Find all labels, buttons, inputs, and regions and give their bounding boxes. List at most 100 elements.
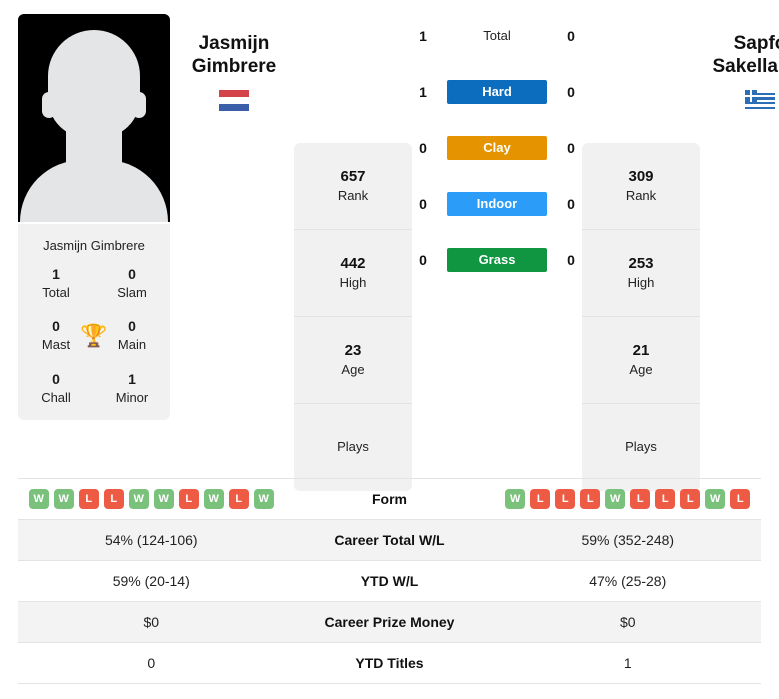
form-loss-badge: L: [630, 489, 651, 509]
left-career-total-wl: 54% (124-106): [104, 532, 198, 548]
right-career-prize-money: $0: [619, 614, 636, 630]
left-player-photo: [18, 14, 170, 222]
h2h-hard-left: 1: [419, 84, 427, 100]
left-plays-label: Plays: [337, 439, 369, 455]
h2h-indoor-badge[interactable]: Indoor: [447, 192, 547, 216]
left-form-strip: WWLLWWLWLW: [28, 489, 274, 509]
h2h-grass-right: 0: [567, 252, 575, 268]
form-win-badge: W: [253, 489, 274, 509]
left-rank-label: Rank: [337, 188, 369, 204]
avatar-head-icon: [48, 30, 140, 138]
left-age-row: 23 Age: [294, 317, 412, 404]
table-row-career-prize-money: $0 Career Prize Money $0: [18, 602, 761, 643]
left-high-row: 442 High: [294, 230, 412, 317]
left-titles-grid: 🏆 1 Total 0 Slam 0 Mast 0 Main 0 Chall 1…: [18, 265, 170, 406]
h2h-clay-left: 0: [419, 140, 427, 156]
left-player-titles-card: Jasmijn Gimbrere 🏆 1 Total 0 Slam 0 Mast: [18, 224, 170, 421]
form-win-badge: W: [705, 489, 726, 509]
left-player-card-name: Jasmijn Gimbrere: [43, 238, 145, 253]
comparison-stats-table: WWLLWWLWLW Form WLLLWLLLWL 54% (124-106)…: [18, 478, 761, 684]
h2h-grass-left: 0: [419, 252, 427, 268]
form-win-badge: W: [128, 489, 149, 509]
left-player-column: Jasmijn Gimbrere 🏆 1 Total 0 Slam 0 Mast: [18, 14, 170, 421]
h2h-row-total: 1 Total 0: [412, 22, 582, 50]
row-label-career-total-wl: Career Total W/L: [334, 532, 445, 548]
left-titles-slam-value: 0: [128, 266, 136, 282]
right-form-strip: WLLLWLLLWL: [505, 489, 751, 509]
row-label-form: Form: [372, 491, 407, 507]
left-player-heading: Jasmijn Gimbrere: [174, 14, 294, 491]
left-titles-minor: 1 Minor: [94, 370, 170, 406]
right-age-label: Age: [629, 362, 653, 378]
h2h-total-right: 0: [567, 28, 575, 44]
form-loss-badge: L: [178, 489, 199, 509]
left-titles-slam-label: Slam: [117, 284, 147, 300]
comparison-header: Jasmijn Gimbrere 🏆 1 Total 0 Slam 0 Mast: [0, 0, 779, 491]
right-rank-label: Rank: [625, 188, 657, 204]
right-high-value: 253: [628, 255, 654, 273]
right-form-cell: WLLLWLLLWL: [495, 489, 762, 509]
head-to-head-panel: 1 Total 0 1 Hard 0 0 Clay 0 0 Indoor 0 0…: [412, 14, 582, 491]
h2h-hard-badge[interactable]: Hard: [447, 80, 547, 104]
h2h-clay-badge[interactable]: Clay: [447, 136, 547, 160]
form-win-badge: W: [605, 489, 626, 509]
form-win-badge: W: [153, 489, 174, 509]
left-titles-total-label: Total: [42, 284, 70, 300]
right-player-last-name: Sakellaridi: [712, 56, 779, 78]
right-plays-label: Plays: [625, 439, 657, 455]
left-titles-chall-value: 0: [52, 370, 60, 387]
h2h-indoor-left: 0: [419, 196, 427, 212]
left-ytd-wl: 59% (20-14): [112, 573, 190, 589]
h2h-hard-right: 0: [567, 84, 575, 100]
right-career-total-wl: 59% (352-248): [581, 532, 675, 548]
h2h-clay-right: 0: [567, 140, 575, 156]
form-loss-badge: L: [680, 489, 701, 509]
left-titles-minor-label: Minor: [115, 389, 149, 405]
left-titles-total-value: 1: [52, 266, 60, 282]
player-comparison-page: Jasmijn Gimbrere 🏆 1 Total 0 Slam 0 Mast: [0, 0, 779, 699]
form-win-badge: W: [28, 489, 49, 509]
right-age-value: 21: [632, 342, 650, 360]
form-win-badge: W: [203, 489, 224, 509]
left-rank-value: 657: [340, 168, 366, 186]
avatar-ear-left-icon: [42, 92, 56, 118]
avatar-body-icon: [20, 160, 168, 222]
form-loss-badge: L: [78, 489, 99, 509]
left-titles-chall: 0 Chall: [18, 370, 94, 406]
form-loss-badge: L: [730, 489, 751, 509]
greece-flag: [745, 90, 775, 112]
left-titles-slam: 0 Slam: [94, 265, 170, 301]
h2h-total-left: 1: [419, 28, 427, 44]
left-player-last-name: Gimbrere: [191, 56, 277, 78]
h2h-row-grass: 0 Grass 0: [412, 246, 582, 274]
right-age-row: 21 Age: [582, 317, 700, 404]
right-high-row: 253 High: [582, 230, 700, 317]
left-form-cell: WWLLWWLWLW: [18, 489, 285, 509]
right-rank-value: 309: [628, 168, 654, 186]
h2h-row-hard: 1 Hard 0: [412, 78, 582, 106]
right-player-ranking-card: 309 Rank 253 High 21 Age Plays: [582, 143, 700, 491]
form-loss-badge: L: [555, 489, 576, 509]
left-player-ranking-card: 657 Rank 442 High 23 Age Plays: [294, 143, 412, 491]
form-loss-badge: L: [103, 489, 124, 509]
row-label-ytd-titles: YTD Titles: [355, 655, 424, 671]
table-row-form: WWLLWWLWLW Form WLLLWLLLWL: [18, 479, 761, 520]
left-high-label: High: [339, 275, 367, 291]
left-career-prize-money: $0: [143, 614, 160, 630]
right-player-heading: Sapfo Sakellaridi: [700, 14, 779, 491]
h2h-indoor-right: 0: [567, 196, 575, 212]
left-player-first-name: Jasmijn: [198, 33, 270, 54]
h2h-row-indoor: 0 Indoor 0: [412, 190, 582, 218]
h2h-total-label: Total: [483, 28, 511, 43]
form-loss-badge: L: [228, 489, 249, 509]
h2h-grass-badge[interactable]: Grass: [447, 248, 547, 272]
form-win-badge: W: [53, 489, 74, 509]
table-row-ytd-titles: 0 YTD Titles 1: [18, 643, 761, 684]
right-player-first-name: Sapfo: [733, 33, 779, 54]
form-loss-badge: L: [580, 489, 601, 509]
right-rank-row: 309 Rank: [582, 143, 700, 230]
center-comparison: Jasmijn Gimbrere 657 Rank 442 High 23 Ag…: [170, 14, 779, 491]
left-ytd-titles: 0: [147, 655, 156, 671]
row-label-ytd-wl: YTD W/L: [360, 573, 419, 589]
trophy-icon: 🏆: [80, 322, 108, 348]
